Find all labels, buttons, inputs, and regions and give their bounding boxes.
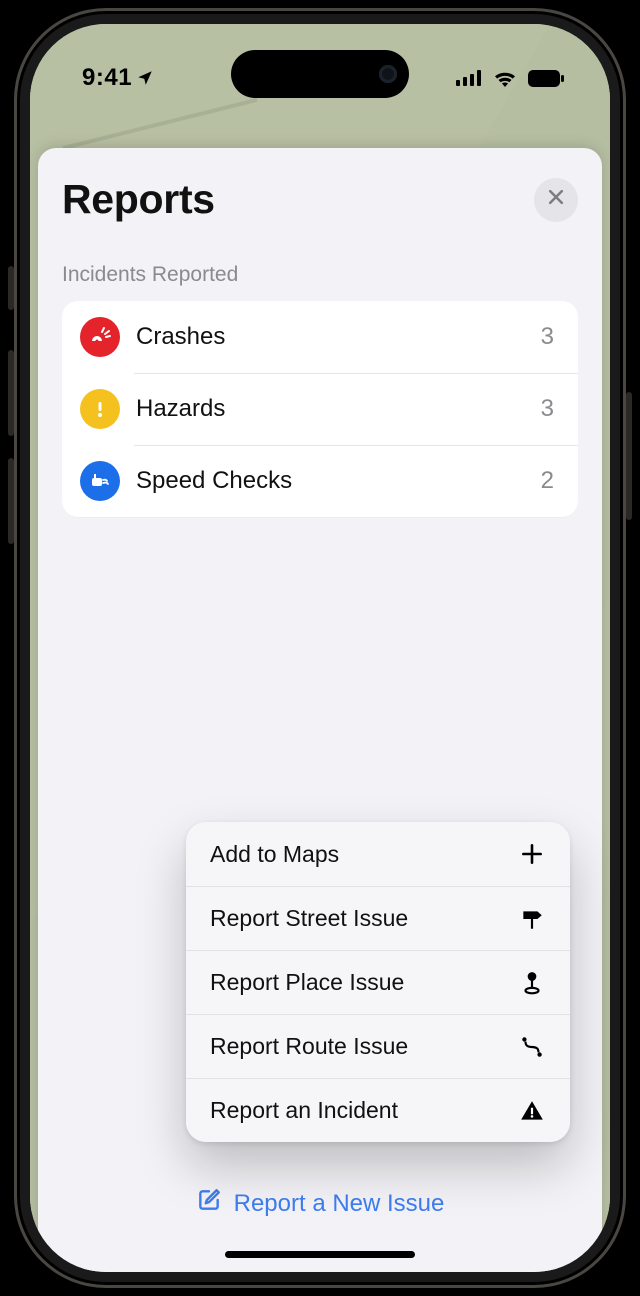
wifi-icon bbox=[492, 69, 518, 87]
incident-count: 3 bbox=[541, 323, 554, 351]
incident-label: Hazards bbox=[136, 395, 541, 423]
close-icon bbox=[546, 187, 566, 212]
incident-count: 3 bbox=[541, 395, 554, 423]
signpost-icon bbox=[518, 905, 546, 933]
menu-item-label: Report Place Issue bbox=[210, 969, 404, 996]
location-icon bbox=[136, 69, 154, 87]
menu-item-label: Report Street Issue bbox=[210, 905, 408, 932]
section-label: Incidents Reported bbox=[62, 263, 578, 287]
speed-check-icon bbox=[80, 461, 120, 501]
screen: 9:41 bbox=[30, 24, 610, 1272]
device-frame: 9:41 bbox=[14, 8, 626, 1288]
cellular-icon bbox=[456, 70, 482, 86]
menu-item-label: Report Route Issue bbox=[210, 1033, 408, 1060]
map-pin-icon bbox=[518, 969, 546, 997]
menu-item-report-place[interactable]: Report Place Issue bbox=[186, 950, 570, 1014]
incident-label: Crashes bbox=[136, 323, 541, 351]
incident-count: 2 bbox=[541, 467, 554, 495]
incident-row-crashes[interactable]: Crashes 3 bbox=[62, 301, 578, 373]
warning-icon bbox=[518, 1097, 546, 1125]
menu-item-report-route[interactable]: Report Route Issue bbox=[186, 1014, 570, 1078]
incident-row-hazards[interactable]: Hazards 3 bbox=[62, 373, 578, 445]
context-menu: Add to Maps Report Street Issue Report P… bbox=[186, 822, 570, 1142]
menu-item-label: Report an Incident bbox=[210, 1097, 398, 1124]
front-camera bbox=[379, 65, 397, 83]
menu-item-report-incident[interactable]: Report an Incident bbox=[186, 1078, 570, 1142]
reports-sheet: Reports Incidents Reported Crashes bbox=[38, 148, 602, 1272]
sheet-title: Reports bbox=[62, 176, 215, 223]
menu-item-label: Add to Maps bbox=[210, 841, 339, 868]
incident-row-speed[interactable]: Speed Checks 2 bbox=[62, 445, 578, 517]
menu-item-report-street[interactable]: Report Street Issue bbox=[186, 886, 570, 950]
incidents-card: Crashes 3 Hazards 3 Speed bbox=[62, 301, 578, 517]
route-icon bbox=[518, 1033, 546, 1061]
battery-icon bbox=[528, 70, 564, 87]
power-button bbox=[626, 392, 632, 520]
report-new-issue-label: Report a New Issue bbox=[234, 1190, 445, 1218]
report-new-issue-button[interactable]: Report a New Issue bbox=[38, 1187, 602, 1220]
status-time: 9:41 bbox=[82, 64, 132, 92]
crash-icon bbox=[80, 317, 120, 357]
incident-label: Speed Checks bbox=[136, 467, 541, 495]
plus-icon bbox=[518, 840, 546, 868]
home-indicator[interactable] bbox=[225, 1251, 415, 1258]
hazard-icon bbox=[80, 389, 120, 429]
menu-item-add-to-maps[interactable]: Add to Maps bbox=[186, 822, 570, 886]
compose-icon bbox=[196, 1187, 222, 1220]
close-button[interactable] bbox=[534, 178, 578, 222]
dynamic-island bbox=[231, 50, 409, 98]
